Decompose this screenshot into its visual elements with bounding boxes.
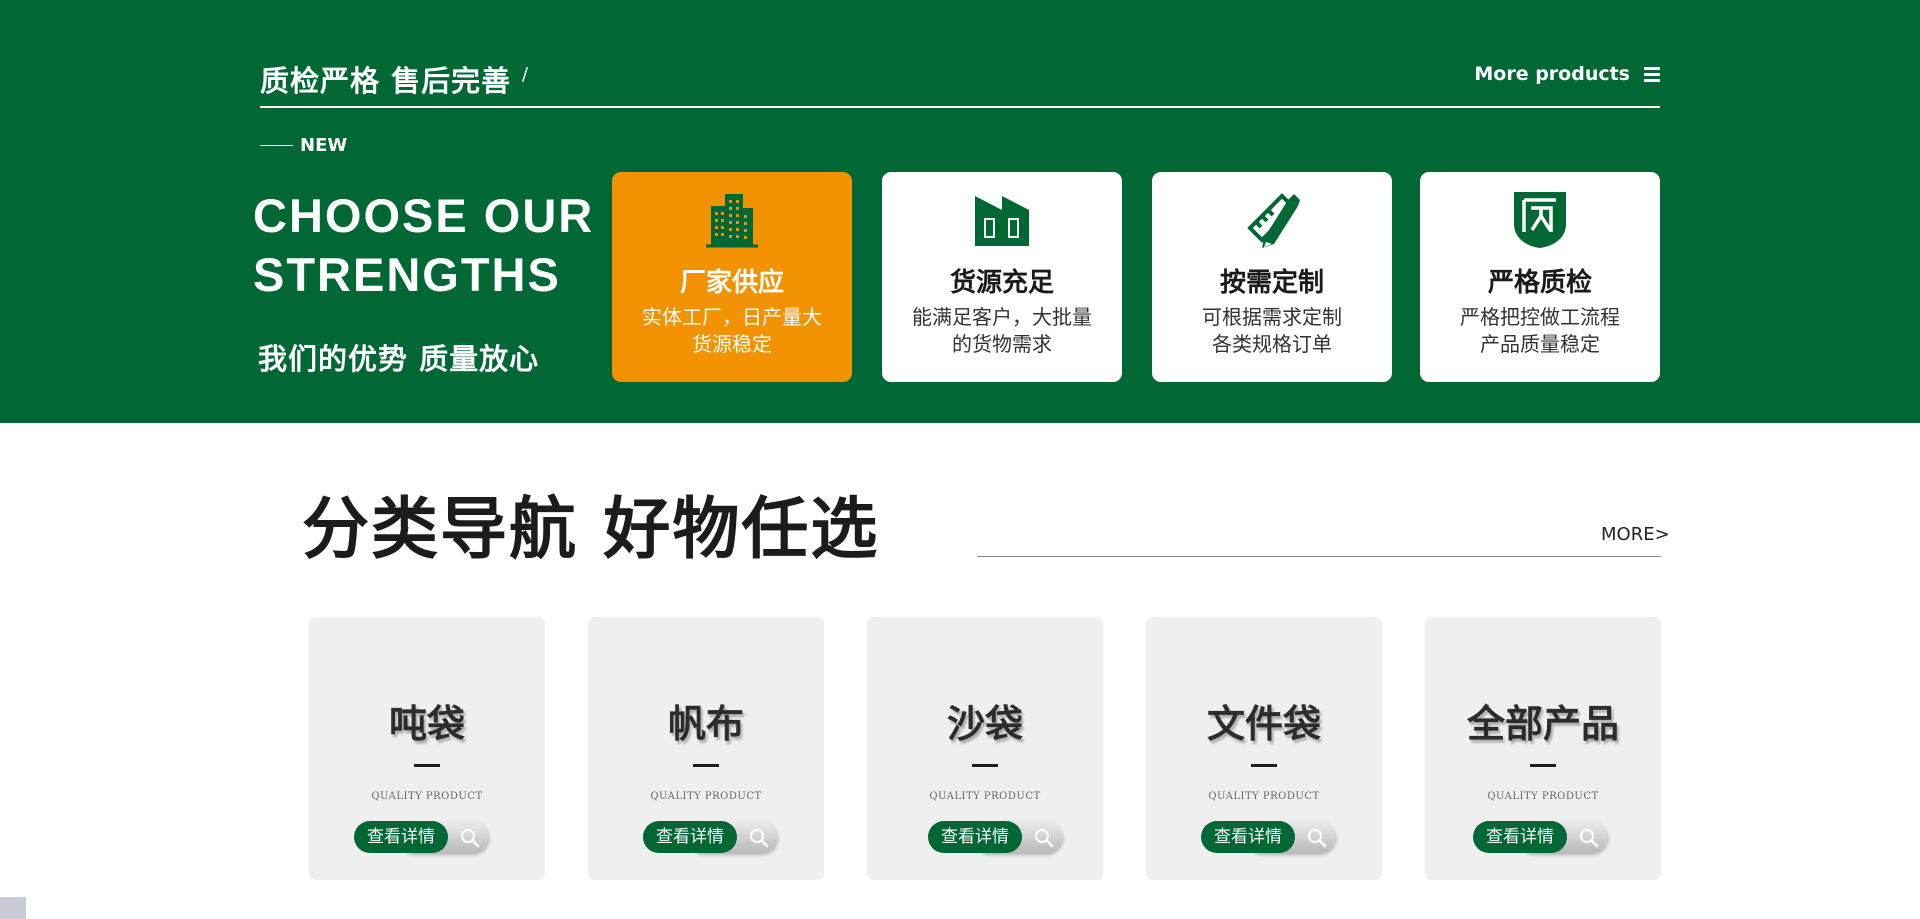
search-icon <box>461 829 480 848</box>
category-divider <box>977 556 1661 557</box>
search-icon <box>1580 829 1599 848</box>
search-icon <box>1308 829 1327 848</box>
view-details-label: 查看详情 <box>354 821 448 853</box>
more-products-link[interactable]: More products <box>1474 63 1660 85</box>
view-details-button[interactable]: 查看详情 <box>928 821 1062 853</box>
strengths-heading-line2: STRENGTHS <box>253 248 561 301</box>
strength-card-desc: 实体工厂，日产量大 货源稳定 <box>622 304 842 358</box>
view-details-button[interactable]: 查看详情 <box>1201 821 1335 853</box>
new-tag: NEW <box>260 135 347 156</box>
warehouse-icon <box>975 196 1029 246</box>
strength-card-desc-line1: 可根据需求定制 <box>1202 305 1342 329</box>
view-details-label: 查看详情 <box>1201 821 1295 853</box>
strength-card-desc: 严格把控做工流程 产品质量稳定 <box>1430 304 1650 358</box>
strengths-title: 质检严格 售后完善 <box>260 64 512 98</box>
quality-shield-icon <box>1514 192 1566 248</box>
strength-card-desc-line2: 货源稳定 <box>692 332 772 356</box>
strengths-heading: CHOOSE OUR STRENGTHS <box>253 186 594 304</box>
category-card-ton-bag[interactable]: 吨袋 QUALITY PRODUCT 查看详情 <box>309 617 545 880</box>
strength-card-custom[interactable]: 按需定制 可根据需求定制 各类规格订单 <box>1152 172 1392 382</box>
category-tag: QUALITY PRODUCT <box>371 791 483 802</box>
strength-card-desc-line2: 各类规格订单 <box>1212 332 1332 356</box>
category-dash <box>693 764 719 767</box>
pencil-ruler-icon <box>1247 193 1300 248</box>
strength-card-desc-line1: 能满足客户，大批量 <box>912 305 1092 329</box>
category-dash <box>1530 764 1556 767</box>
strength-card-quality[interactable]: 严格质检 严格把控做工流程 产品质量稳定 <box>1420 172 1660 382</box>
view-details-label: 查看详情 <box>1473 821 1567 853</box>
search-icon <box>1035 829 1054 848</box>
menu-icon <box>1644 66 1660 82</box>
strength-card-title: 按需定制 <box>1219 268 1324 298</box>
strength-card-desc-line1: 严格把控做工流程 <box>1460 305 1620 329</box>
category-card-all-products[interactable]: 全部产品 QUALITY PRODUCT 查看详情 <box>1425 617 1661 880</box>
category-name: 沙袋 <box>946 702 1023 746</box>
category-more-link[interactable]: MORE> <box>1601 524 1670 545</box>
search-icon <box>750 829 769 848</box>
view-details-button[interactable]: 查看详情 <box>1473 821 1607 853</box>
category-tag: QUALITY PRODUCT <box>650 791 762 802</box>
category-name: 全部产品 <box>1466 702 1619 746</box>
view-details-label: 查看详情 <box>928 821 1022 853</box>
view-details-button[interactable]: 查看详情 <box>643 821 777 853</box>
title-slash: / <box>522 64 529 85</box>
more-products-label: More products <box>1474 63 1630 85</box>
strength-card-desc-line2: 的货物需求 <box>952 332 1052 356</box>
category-card-canvas[interactable]: 帆布 QUALITY PRODUCT 查看详情 <box>588 617 824 880</box>
strength-card-title: 严格质检 <box>1487 268 1592 298</box>
category-tag: QUALITY PRODUCT <box>1487 791 1599 802</box>
strength-card-title: 货源充足 <box>949 268 1054 298</box>
category-tag: QUALITY PRODUCT <box>1208 791 1320 802</box>
strength-card-desc-line2: 产品质量稳定 <box>1480 332 1600 356</box>
strengths-subheading: 我们的优势 质量放心 <box>258 342 540 376</box>
strength-card-desc: 能满足客户，大批量 的货物需求 <box>892 304 1112 358</box>
category-name: 帆布 <box>667 702 744 746</box>
category-dash <box>1251 764 1277 767</box>
view-details-button[interactable]: 查看详情 <box>354 821 488 853</box>
category-card-file-bag[interactable]: 文件袋 QUALITY PRODUCT 查看详情 <box>1146 617 1382 880</box>
category-name: 吨袋 <box>388 702 465 746</box>
category-name: 文件袋 <box>1206 702 1321 746</box>
category-card-sandbag[interactable]: 沙袋 QUALITY PRODUCT 查看详情 <box>867 617 1103 880</box>
category-dash <box>972 764 998 767</box>
new-label: NEW <box>300 135 348 156</box>
category-dash <box>414 764 440 767</box>
strengths-header: 质检严格 售后完善 / More products <box>260 58 1660 108</box>
strengths-heading-line1: CHOOSE OUR <box>253 189 595 242</box>
category-title: 分类导航 好物任选 <box>302 490 880 568</box>
strength-card-factory[interactable]: 厂家供应 实体工厂，日产量大 货源稳定 <box>612 172 852 382</box>
corner-widget[interactable] <box>0 897 26 919</box>
view-details-label: 查看详情 <box>643 821 737 853</box>
strength-card-desc: 可根据需求定制 各类规格订单 <box>1162 304 1382 358</box>
strengths-section: 质检严格 售后完善 / More products NEW CHOOSE OUR… <box>0 0 1920 423</box>
strength-card-desc-line1: 实体工厂，日产量大 <box>642 305 822 329</box>
factory-building-icon <box>706 194 758 248</box>
category-tag: QUALITY PRODUCT <box>929 791 1041 802</box>
new-tag-line <box>260 145 293 146</box>
strength-card-title: 厂家供应 <box>679 268 784 298</box>
strength-card-stock[interactable]: 货源充足 能满足客户，大批量 的货物需求 <box>882 172 1122 382</box>
